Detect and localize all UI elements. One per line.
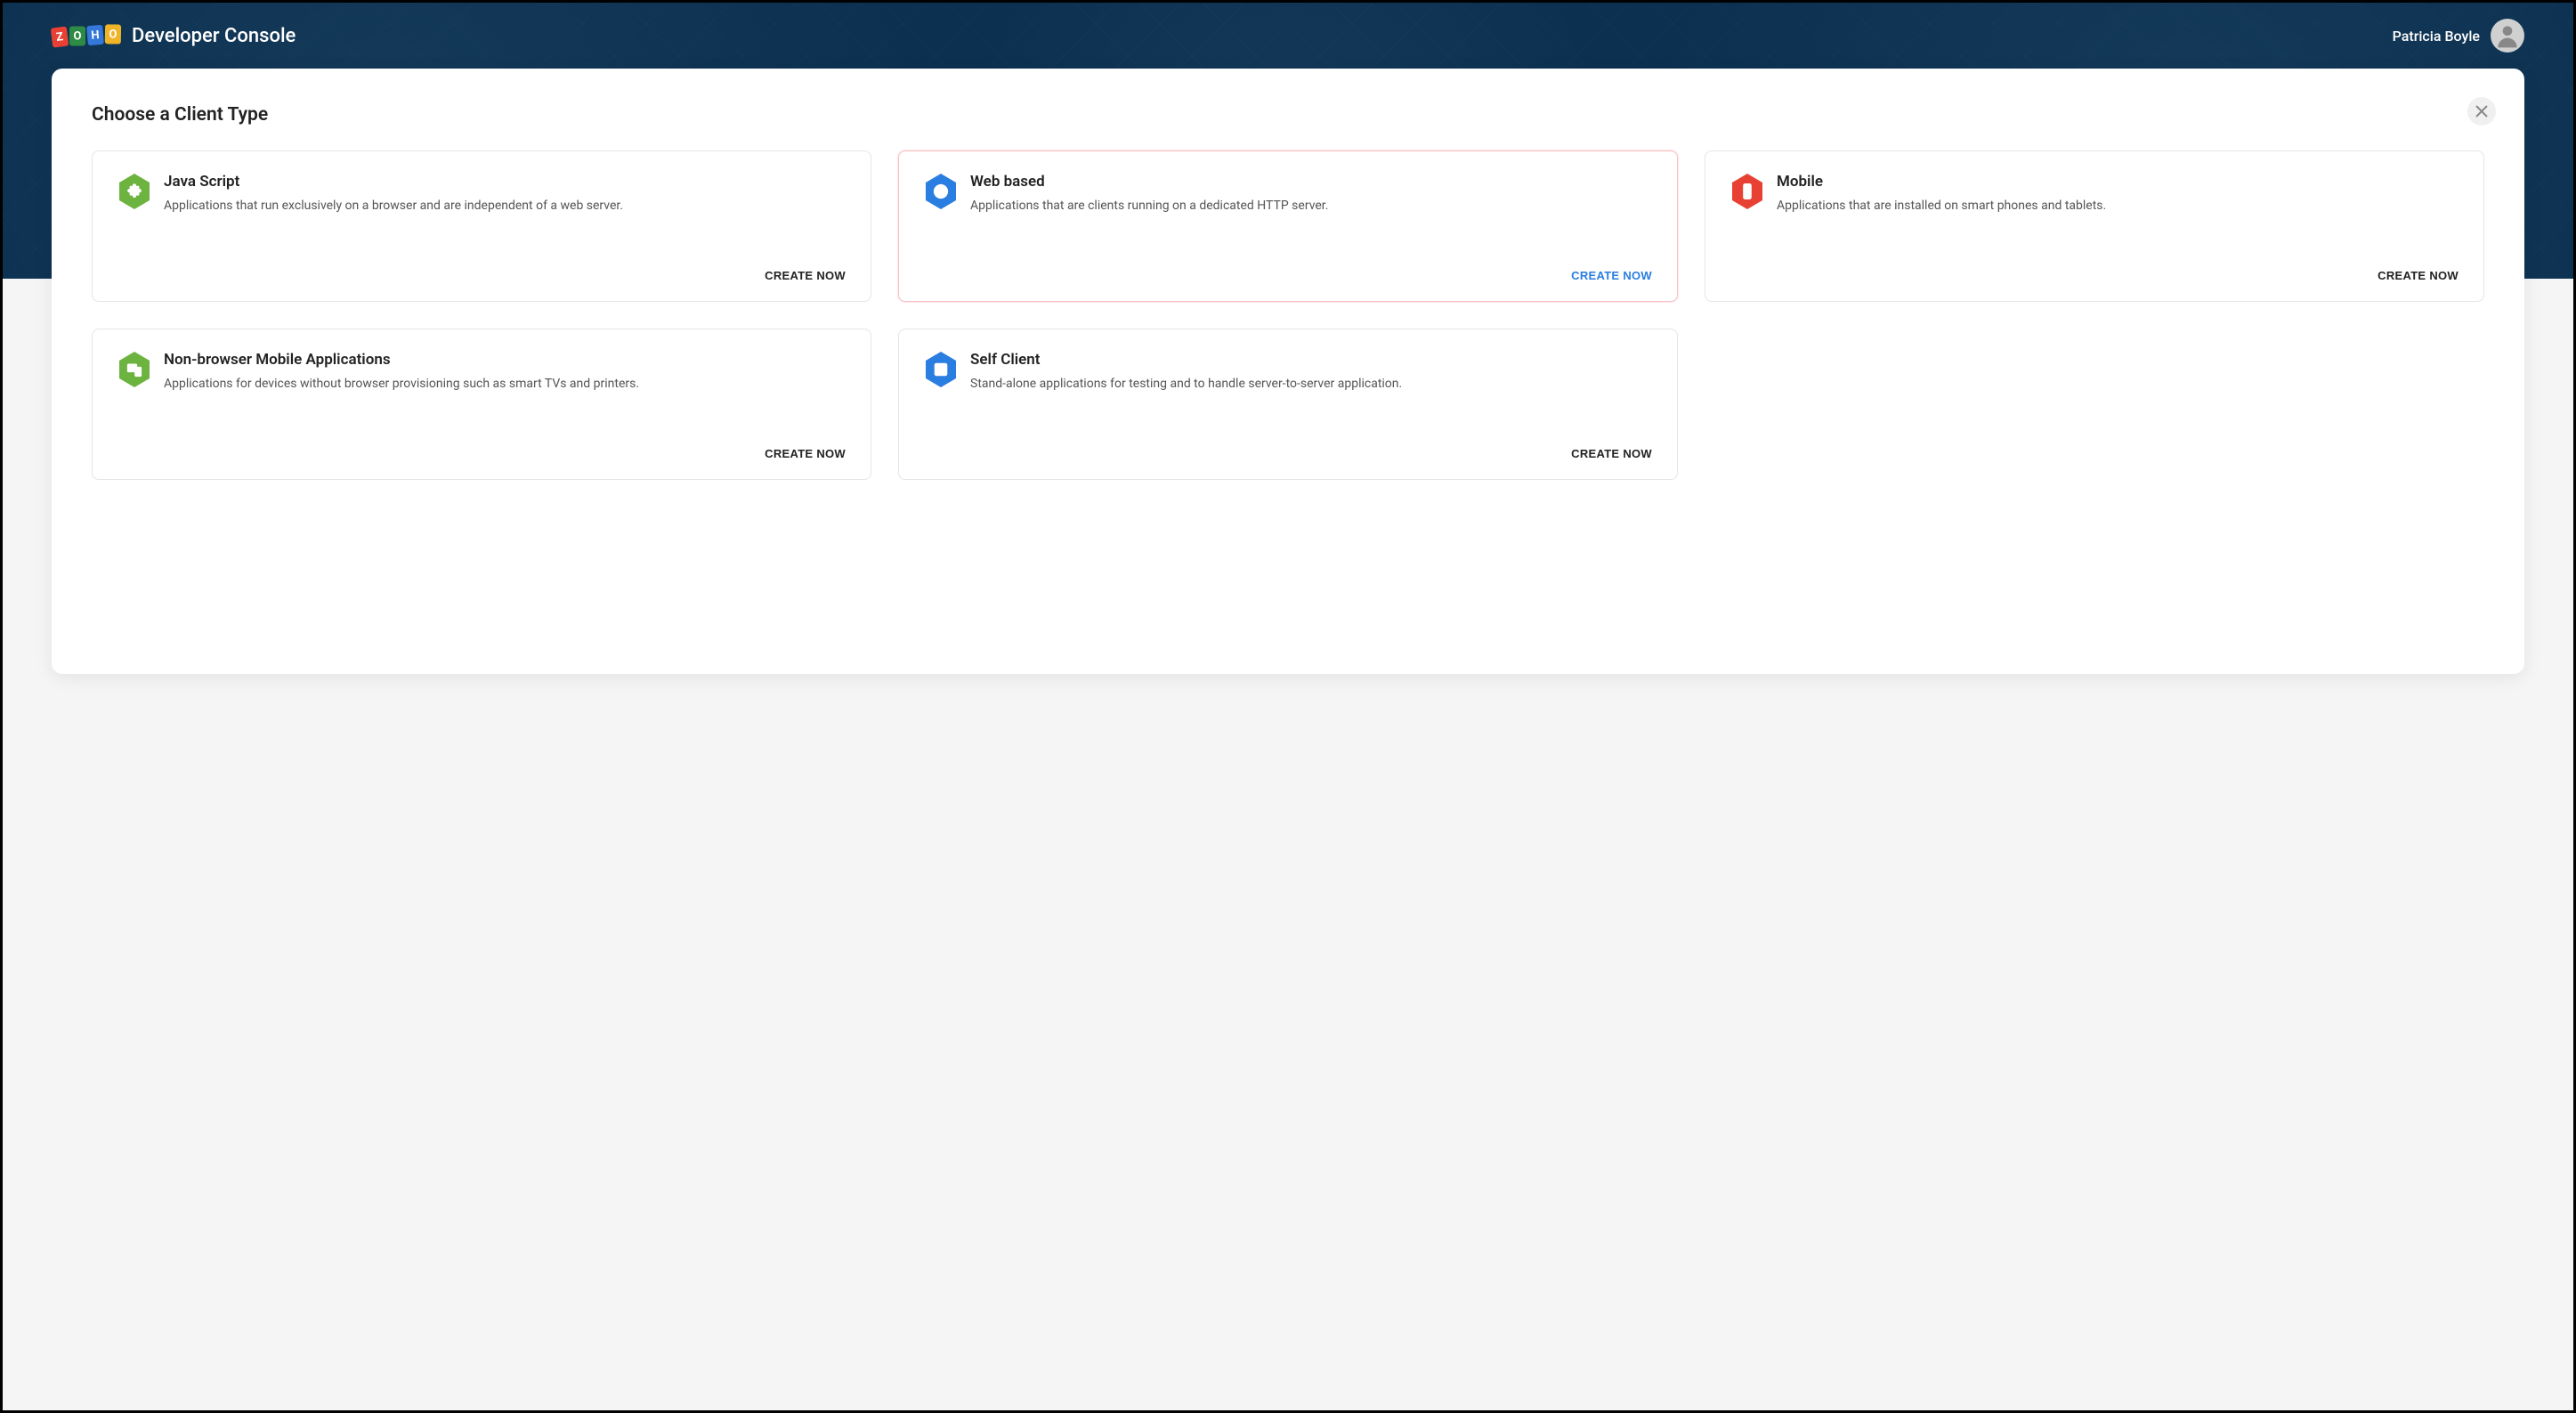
app-title: Developer Console [132,25,296,47]
card-header: Non-browser Mobile Applications Applicat… [117,351,846,394]
avatar-icon [2493,21,2522,50]
card-description: Applications for devices without browser… [164,375,846,394]
mobile-icon [1730,173,1764,210]
logo-letter-h: H [86,25,104,45]
card-action: CREATE NOW [924,444,1652,461]
user-section[interactable]: Patricia Boyle [2393,19,2524,53]
logo-letter-o1: O [69,27,85,46]
card-description: Applications that are clients running on… [970,197,1652,215]
card-action: CREATE NOW [1730,266,2459,283]
card-title: Web based [970,173,1652,191]
card-header: Mobile Applications that are installed o… [1730,173,2459,215]
card-text: Java Script Applications that run exclus… [164,173,846,215]
card-action: CREATE NOW [924,266,1652,283]
card-title: Java Script [164,173,846,191]
create-now-button-non-browser-mobile-applications[interactable]: CREATE NOW [765,447,846,460]
avatar[interactable] [2491,19,2524,53]
logo-letter-o2: O [105,24,121,44]
card-text: Mobile Applications that are installed o… [1777,173,2459,215]
logo-section: Z O H O Developer Console [52,25,296,47]
card-description: Applications that run exclusively on a b… [164,197,846,215]
card-description: Stand-alone applications for testing and… [970,375,1652,394]
client-type-card-self-client[interactable]: Self Client Stand-alone applications for… [898,329,1678,480]
card-title: Self Client [970,351,1652,369]
card-action: CREATE NOW [117,444,846,461]
card-title: Mobile [1777,173,2459,191]
page-wrapper: Z O H O Developer Console Patricia Boyle [0,0,2576,1413]
card-header: Web based Applications that are clients … [924,173,1652,215]
self-icon [924,351,958,388]
page-title: Choose a Client Type [92,104,2484,126]
create-now-button-java-script[interactable]: CREATE NOW [765,269,846,282]
zoho-logo: Z O H O [51,24,121,47]
create-now-button-mobile[interactable]: CREATE NOW [2378,269,2459,282]
client-type-card-web-based[interactable]: Web based Applications that are clients … [898,150,1678,302]
card-description: Applications that are installed on smart… [1777,197,2459,215]
create-now-button-self-client[interactable]: CREATE NOW [1571,447,1652,460]
create-now-button-web-based[interactable]: CREATE NOW [1571,269,1652,282]
cards-grid: Java Script Applications that run exclus… [92,150,2484,480]
client-type-card-mobile[interactable]: Mobile Applications that are installed o… [1705,150,2484,302]
card-text: Web based Applications that are clients … [970,173,1652,215]
top-bar: Z O H O Developer Console Patricia Boyle [3,3,2573,69]
user-name: Patricia Boyle [2393,28,2480,45]
close-icon [2475,105,2488,118]
card-action: CREATE NOW [117,266,846,283]
client-type-card-non-browser-mobile-applications[interactable]: Non-browser Mobile Applications Applicat… [92,329,871,480]
logo-letter-z: Z [51,27,69,48]
client-type-card-java-script[interactable]: Java Script Applications that run exclus… [92,150,871,302]
card-text: Self Client Stand-alone applications for… [970,351,1652,394]
globe-icon [924,173,958,210]
puzzle-icon [117,173,151,210]
close-button[interactable] [2467,97,2496,126]
card-title: Non-browser Mobile Applications [164,351,846,369]
devices-icon [117,351,151,388]
card-text: Non-browser Mobile Applications Applicat… [164,351,846,394]
content-panel: Choose a Client Type Java Script Applica… [52,69,2524,674]
card-header: Self Client Stand-alone applications for… [924,351,1652,394]
card-header: Java Script Applications that run exclus… [117,173,846,215]
